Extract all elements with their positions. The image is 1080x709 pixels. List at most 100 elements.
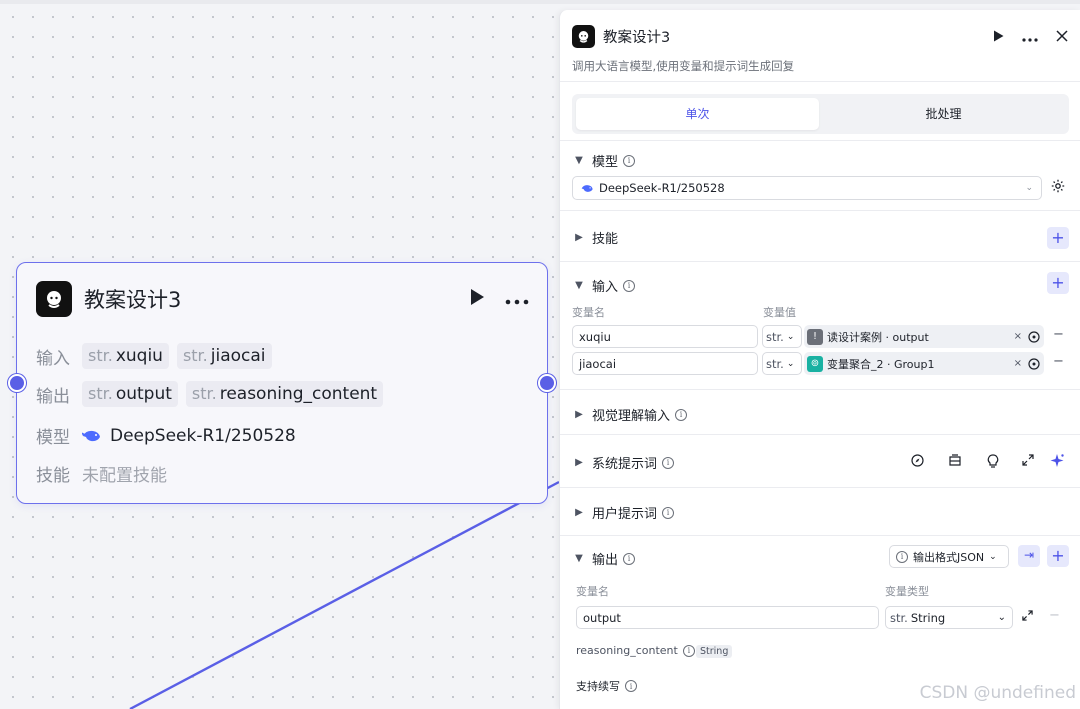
output-col-type-label: 变量类型 [885,585,929,598]
continue-writing-row: 支持续写 i [576,678,637,694]
node-output-handle[interactable] [538,374,556,392]
divider [560,81,1080,82]
ai-bot-icon [36,281,72,317]
section-label: 技能 [592,232,619,247]
info-icon[interactable]: i [623,279,636,292]
node-input-label: 输入 [36,348,70,369]
more-icon[interactable] [1022,27,1038,46]
input-section-header[interactable]: ▼ 输入 i [572,276,636,295]
node-output-tag: str. output [82,381,178,407]
section-label: 输出 [592,553,619,568]
ref-chip: ! 读设计案例 · output [804,326,935,348]
input-col-name-label: 变量名 [572,306,605,319]
expand-icon[interactable] [1022,454,1034,470]
model-settings-gear-icon[interactable] [1051,179,1065,197]
info-icon[interactable]: i [675,408,688,421]
ref-chip: ⊚ 变量聚合_2 · Group1 [804,353,940,375]
output-type-select[interactable]: str. String ⌄ [885,606,1013,629]
input-type-select[interactable]: str. ⌄ [762,352,802,375]
close-icon[interactable] [1056,27,1068,46]
info-icon: i [896,550,908,563]
import-json-icon[interactable]: ⇥ [1018,545,1040,567]
panel-description: 调用大语言模型,使用变量和提示词生成回复 [572,59,795,73]
info-icon[interactable]: i [623,552,636,565]
remove-input-icon[interactable]: − [1053,354,1064,369]
section-label: 用户提示词 [592,507,658,522]
model-select[interactable]: DeepSeek-R1/250528 ⌄ [572,176,1042,200]
ref-text: 变量聚合_2 · Group1 [827,357,935,371]
deepseek-whale-icon [581,183,594,194]
clear-icon[interactable]: × [1014,331,1022,342]
lightbulb-icon[interactable] [987,454,999,472]
model-section-header[interactable]: ▼ 模型 i [572,151,636,170]
watermark: CSDN @undefined [919,683,1076,703]
ref-text: 读设计案例 · output [827,330,929,344]
input-type-select[interactable]: str. ⌄ [762,325,802,348]
chevron-right-icon: ▶ [575,457,583,468]
chevron-right-icon: ▶ [575,507,583,518]
type-prefix: str. [88,384,113,403]
tab-single[interactable]: 单次 [576,98,819,130]
run-icon[interactable] [469,288,485,310]
target-icon[interactable] [1028,357,1040,370]
divider [560,389,1080,390]
info-icon[interactable]: i [623,154,636,167]
output-name-field[interactable]: output [576,606,879,629]
input-value-reference[interactable]: ! 读设计案例 · output × [804,325,1044,348]
divider [560,140,1080,141]
expand-icon[interactable] [1022,610,1033,625]
info-icon[interactable]: i [662,456,675,469]
output-format-select[interactable]: i 输出格式JSON ⌄ [889,545,1009,568]
divider [560,487,1080,488]
compass-icon[interactable] [911,454,924,471]
skills-section-header[interactable]: ▶ 技能 [572,228,618,247]
panel-header: 教案设计3 [572,24,1068,48]
system-prompt-section-header[interactable]: ▶ 系统提示词 i [572,453,675,472]
tag-value: reasoning_content [219,384,378,404]
node-skill-label: 技能 [36,466,70,486]
ai-sparkle-icon[interactable] [1050,453,1065,472]
node-model-label: 模型 [36,428,70,448]
input-name-field[interactable]: xuqiu [572,325,758,348]
user-prompt-section-header[interactable]: ▶ 用户提示词 i [572,503,675,522]
tab-batch[interactable]: 批处理 [822,98,1065,130]
divider [560,434,1080,435]
library-icon[interactable] [948,454,962,471]
input-value-reference[interactable]: ⊚ 变量聚合_2 · Group1 × [804,352,1044,375]
node-input-tag: str. jiaocai [176,343,272,369]
type-value: str. [766,356,784,371]
info-icon[interactable]: i [662,506,675,519]
add-skill-button[interactable]: + [1047,227,1069,249]
node-model-value: DeepSeek-R1/250528 [110,425,296,446]
node-outputs-row: 输出 str. output str. reasoning_content [36,381,391,407]
type-value: str. [766,329,784,344]
canvas-top-strip [0,0,1080,4]
continue-label: 支持续写 [576,680,620,693]
add-output-button[interactable]: + [1047,545,1069,567]
add-input-button[interactable]: + [1047,272,1069,294]
remove-input-icon[interactable]: − [1053,327,1064,342]
more-icon[interactable] [505,290,529,309]
output-format-value: 输出格式JSON [913,550,985,564]
vision-section-header[interactable]: ▶ 视觉理解输入 i [572,405,688,424]
output-col-name-label: 变量名 [576,585,609,598]
clear-icon[interactable]: × [1014,358,1022,369]
info-icon[interactable]: i [625,680,637,692]
input-name-field[interactable]: jiaocai [572,352,758,375]
output-section-header[interactable]: ▼ 输出 i [572,549,636,568]
divider [560,261,1080,262]
run-icon[interactable] [993,27,1004,46]
node-input-handle[interactable] [8,374,26,392]
section-label: 视觉理解输入 [592,409,671,424]
llm-node-card[interactable]: 教案设计3 输入 str. xuqiu str. jiaocai 输出 str. ou… [16,262,548,504]
tag-value: output [115,384,172,404]
node-input-tag: str. xuqiu [82,343,169,369]
target-icon[interactable] [1028,330,1040,343]
node-actions [469,288,529,310]
tag-value: jiaocai [210,346,266,366]
run-mode-tabs: 单次 批处理 [572,94,1069,134]
deepseek-whale-icon [82,428,102,444]
ai-bot-icon [572,24,595,48]
remove-output-icon[interactable]: − [1049,608,1060,623]
info-icon[interactable]: i [682,644,695,657]
